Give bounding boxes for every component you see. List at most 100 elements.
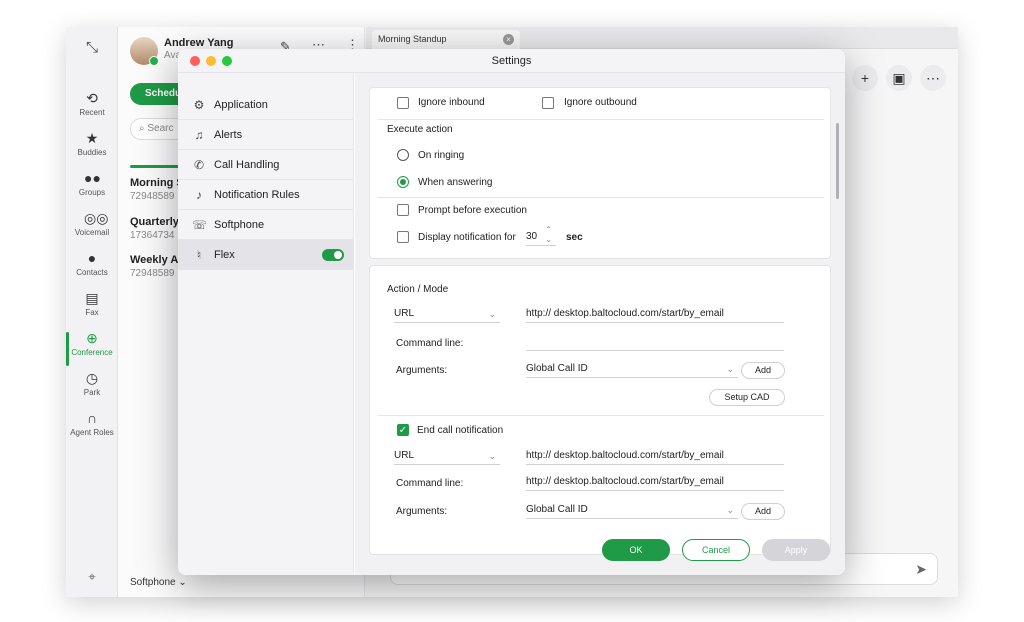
on-ringing-radio[interactable] <box>397 149 409 161</box>
scrollbar-thumb[interactable] <box>836 123 839 199</box>
rail-item-groups[interactable]: ●● Groups <box>66 170 118 208</box>
maximize-window-icon[interactable] <box>222 56 232 66</box>
fax-icon: ▤ <box>85 290 99 306</box>
ignore-outbound-checkbox[interactable] <box>542 97 554 109</box>
setup-cad-button[interactable]: Setup CAD <box>709 389 785 406</box>
rail-item-park[interactable]: ◷ Park <box>66 370 118 408</box>
end-call-arguments-select[interactable]: Global Call ID ⌄ <box>526 501 738 519</box>
close-icon[interactable]: × <box>503 34 514 45</box>
flex-toggle[interactable] <box>322 249 344 261</box>
user-name: Andrew Yang <box>164 37 234 49</box>
dialog-title-bar: Settings <box>178 49 845 73</box>
add-icon[interactable]: + <box>852 65 878 91</box>
end-call-url-input[interactable]: http:// desktop.baltocloud.com/start/by_… <box>526 447 784 465</box>
chevron-down-icon: ⌄ <box>726 364 734 374</box>
collapse-icon[interactable]: ⤡ <box>82 39 102 59</box>
bell-rules-icon: ♪ <box>196 188 202 202</box>
settings-nav-alerts[interactable]: ♫ Alerts <box>178 120 354 150</box>
rail-item-contacts[interactable]: ● Contacts <box>66 250 118 288</box>
end-call-label: End call notification <box>417 425 504 436</box>
seconds-stepper[interactable]: 30 ⌃ ⌄ <box>526 225 556 246</box>
list-item[interactable]: Weekly A 72948589 <box>130 254 178 279</box>
settings-nav-call-handling[interactable]: ✆ Call Handling <box>178 150 354 180</box>
tab-morning-standup[interactable]: Morning Standup × <box>372 30 520 49</box>
ignore-inbound-checkbox[interactable] <box>397 97 409 109</box>
contact-icon: ● <box>87 250 97 266</box>
rail-item-conference[interactable]: ⊕ Conference <box>66 330 118 368</box>
rail-item-voicemail[interactable]: ◎◎ Voicemail <box>66 210 118 248</box>
softphone-selector[interactable]: Softphone ⌄ <box>130 577 187 588</box>
action-url-input[interactable]: http:// desktop.baltocloud.com/start/by_… <box>526 305 784 323</box>
when-answering-radio[interactable] <box>397 176 409 188</box>
softphone-icon: ☏ <box>192 218 208 232</box>
end-call-add-argument-button[interactable]: Add <box>741 503 785 520</box>
flex-icon: ♮ <box>196 248 202 262</box>
arguments-label: Arguments: <box>396 365 448 376</box>
list-item[interactable]: Quarterly 17364734 <box>130 216 179 241</box>
chevron-down-icon: ⌄ <box>488 451 496 461</box>
dialog-title: Settings <box>491 55 532 67</box>
chevron-down-icon: ⌄ <box>488 309 496 319</box>
action-mode-select[interactable]: URL ⌄ <box>394 305 500 323</box>
ignore-outbound-label: Ignore outbound <box>564 97 637 108</box>
command-line-input[interactable] <box>526 333 784 351</box>
park-icon: ◷ <box>85 370 99 386</box>
send-icon[interactable]: ➤ <box>915 561 927 578</box>
rail-item-recent[interactable]: ⟲ Recent <box>66 90 118 128</box>
settings-nav-flex[interactable]: ♮ Flex <box>178 240 354 270</box>
rail-item-agent-roles[interactable]: ∩ Agent Roles <box>66 410 118 448</box>
voicemail-icon: ◎◎ <box>84 210 109 226</box>
apply-button[interactable]: Apply <box>762 539 830 561</box>
chevron-up-down-icon[interactable]: ⌃ ⌄ <box>545 225 552 245</box>
when-answering-label: When answering <box>418 177 493 188</box>
end-call-arguments-label: Arguments: <box>396 506 448 517</box>
end-call-command-line-input[interactable]: http:// desktop.baltocloud.com/start/by_… <box>526 473 784 491</box>
list-item[interactable]: Morning S 72948589 <box>130 177 184 202</box>
command-line-label: Command line: <box>396 338 464 349</box>
seconds-unit: sec <box>566 232 583 243</box>
divider <box>378 197 824 198</box>
globe-icon: ⊕ <box>86 330 98 346</box>
prompt-before-label: Prompt before execution <box>418 205 527 216</box>
avatar[interactable] <box>130 37 159 66</box>
location-icon[interactable]: ⌖ <box>84 569 100 585</box>
close-window-icon[interactable] <box>190 56 200 66</box>
add-argument-button[interactable]: Add <box>741 362 785 379</box>
end-call-command-line-label: Command line: <box>396 478 464 489</box>
tab-bar: Morning Standup × <box>366 27 958 49</box>
rail-item-fax[interactable]: ▤ Fax <box>66 290 118 328</box>
screen-share-icon[interactable]: ▣ <box>886 65 912 91</box>
settings-dialog: Settings ⚙ Application ♫ Alerts ✆ Call Hand… <box>178 49 845 575</box>
ignore-inbound-label: Ignore inbound <box>418 97 485 108</box>
minimize-window-icon[interactable] <box>206 56 216 66</box>
divider <box>378 119 824 120</box>
phone-icon: ✆ <box>193 158 205 172</box>
execute-action-label: Execute action <box>387 124 453 135</box>
on-ringing-label: On ringing <box>418 150 465 161</box>
divider <box>378 415 824 416</box>
history-icon: ⟲ <box>86 90 98 106</box>
settings-nav-application[interactable]: ⚙ Application <box>178 90 354 120</box>
prompt-before-checkbox[interactable] <box>397 204 409 216</box>
display-notification-label: Display notification for <box>418 232 516 243</box>
gear-icon: ⚙ <box>193 98 205 112</box>
end-call-checkbox[interactable]: ✓ <box>397 424 409 436</box>
end-call-mode-select[interactable]: URL ⌄ <box>394 447 500 465</box>
rail-item-buddies[interactable]: ★ Buddies <box>66 130 118 168</box>
left-rail: ⤡ ⟲ Recent ★ Buddies ●● Groups ◎◎ Voicem… <box>66 27 118 597</box>
chevron-down-icon: ⌄ <box>726 505 734 515</box>
action-card: Action / Mode URL ⌄ http:// desktop.balt… <box>369 265 831 555</box>
settings-sidebar: ⚙ Application ♫ Alerts ✆ Call Handling ♪ Not… <box>178 73 354 575</box>
action-mode-heading: Action / Mode <box>387 284 449 295</box>
bell-icon: ♫ <box>194 128 204 142</box>
arguments-select[interactable]: Global Call ID ⌄ <box>526 360 738 378</box>
star-icon: ★ <box>85 130 99 146</box>
more-icon[interactable]: ⋯ <box>920 65 946 91</box>
settings-nav-softphone[interactable]: ☏ Softphone <box>178 210 354 240</box>
events-card: Ignore inbound Ignore outbound Execute a… <box>369 87 831 259</box>
settings-nav-notification-rules[interactable]: ♪ Notification Rules <box>178 180 354 210</box>
group-icon: ●● <box>84 170 101 186</box>
display-notification-checkbox[interactable] <box>397 231 409 243</box>
ok-button[interactable]: OK <box>602 539 670 561</box>
cancel-button[interactable]: Cancel <box>682 539 750 561</box>
